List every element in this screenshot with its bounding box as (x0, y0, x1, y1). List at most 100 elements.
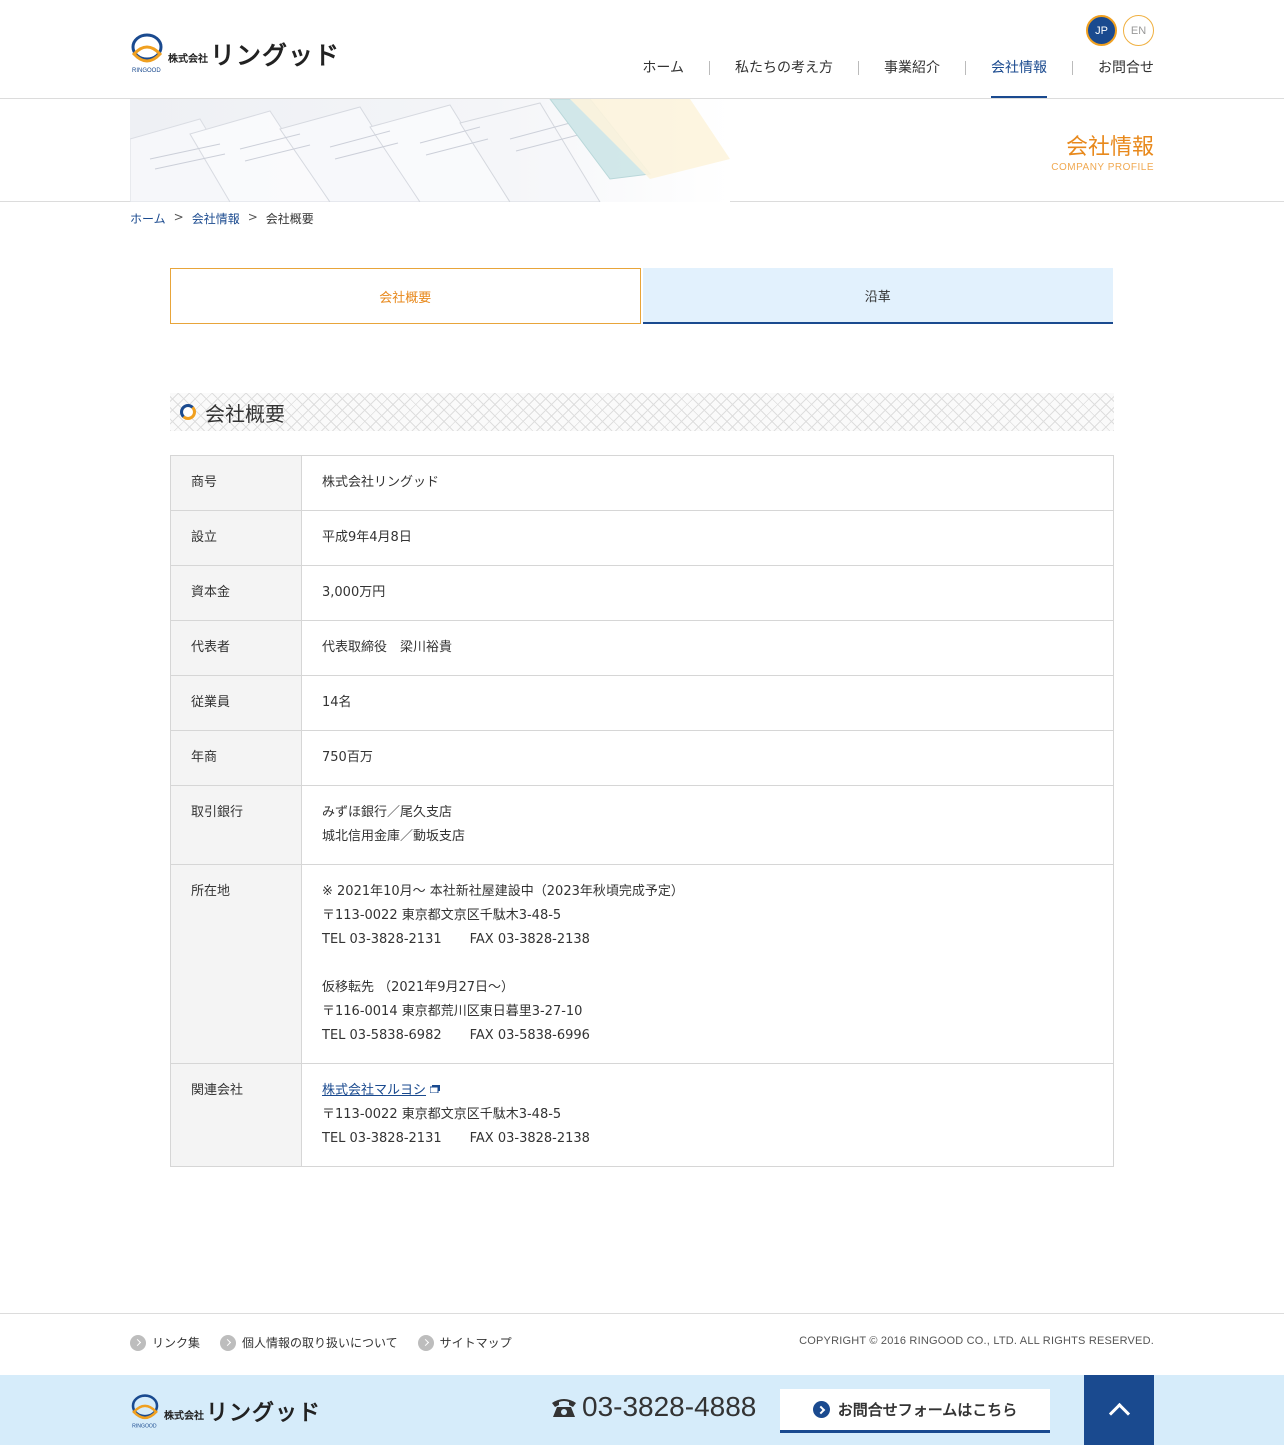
nav-divider (709, 61, 710, 75)
table-row: 取引銀行 みずほ銀行／尾久支店 城北信用金庫／動坂支店 (170, 785, 1114, 865)
footer-links: リンク集 個人情報の取り扱いについて サイトマップ (130, 1334, 512, 1351)
footer-link-privacy[interactable]: 個人情報の取り扱いについて (220, 1334, 398, 1351)
breadcrumb-company[interactable]: 会社情報 (192, 210, 240, 227)
location-contact: TEL 03-3828-2131 FAX 03-3828-2138 (322, 928, 1093, 952)
location-fax: FAX 03-3828-2138 (469, 932, 590, 947)
chevron-right-icon (812, 1401, 830, 1418)
page-subtitle: COMPANY PROFILE (1051, 162, 1154, 173)
related-company-link[interactable]: 株式会社マルヨシ (322, 1083, 426, 1098)
row-value: ※ 2021年10月～ 本社新社屋建設中（2023年秋頃完成予定） 〒113-0… (301, 864, 1114, 1064)
chevron-right-icon (130, 1334, 146, 1351)
nav-divider (965, 61, 966, 75)
company-info-table: 商号 株式会社リングッド 設立 平成9年4月8日 資本金 3,000万円 代表者… (170, 455, 1114, 1167)
location-tel: TEL 03-3828-2131 (322, 932, 442, 947)
logo-text-small: 株式会社 (164, 1411, 204, 1422)
bank-line: 城北信用金庫／動坂支店 (322, 829, 466, 844)
lang-jp-button[interactable]: JP (1086, 15, 1117, 46)
row-value: 株式会社リングッド (301, 455, 1114, 511)
related-company-line: 株式会社マルヨシ (322, 1079, 1093, 1103)
nav-home[interactable]: ホーム (642, 58, 684, 98)
footer-link-label: 個人情報の取り扱いについて (242, 1336, 398, 1350)
table-row: 商号 株式会社リングッド (170, 455, 1114, 511)
row-label: 設立 (170, 510, 302, 566)
table-row: 年商 750百万 (170, 730, 1114, 786)
row-value: 3,000万円 (301, 565, 1114, 621)
footer-phone: 03-3828-4888 (550, 1391, 756, 1423)
location-note: ※ 2021年10月～ 本社新社屋建設中（2023年秋頃完成予定） (322, 884, 684, 899)
temp-location-contact: TEL 03-5838-6982 FAX 03-5838-6996 (322, 1024, 1093, 1048)
tab-history[interactable]: 沿革 (642, 268, 1113, 324)
temp-location-title: 仮移転先 （2021年9月27日～） (322, 980, 515, 995)
phone-icon (552, 1399, 576, 1417)
chevron-right-icon (417, 1334, 434, 1351)
row-value: 株式会社マルヨシ 〒113-0022 東京都文京区千駄木3-48-5 TEL 0… (301, 1063, 1114, 1167)
row-label: 商号 (170, 455, 302, 511)
footer-logo[interactable]: RINGOOD 株式会社 リングッド (130, 1393, 321, 1429)
nav-business[interactable]: 事業紹介 (884, 58, 940, 98)
nav-divider (858, 61, 859, 75)
chevron-right-icon (220, 1334, 237, 1351)
contact-form-label: お問合せフォームはこちら (837, 1401, 1018, 1419)
breadcrumb-home[interactable]: ホーム (130, 210, 166, 227)
site-header: RINGOOD 株式会社 リングッド JP EN ホーム 私たちの考え方 事業紹… (0, 0, 1284, 99)
content-tabs: 会社概要 沿革 (170, 268, 1113, 324)
nav-company[interactable]: 会社情報 (991, 58, 1047, 98)
logo-text-big: リングッド (206, 1401, 322, 1426)
row-label: 資本金 (170, 565, 302, 621)
table-row: 従業員 14名 (170, 675, 1114, 731)
breadcrumb-separator: > (247, 210, 258, 224)
logo-sub-text: RINGOOD (132, 1423, 157, 1429)
row-value: みずほ銀行／尾久支店 城北信用金庫／動坂支店 (301, 785, 1114, 865)
page-title: 会社情報 (1065, 135, 1154, 160)
temp-location-address: 〒116-0014 東京都荒川区東日暮里3-27-10 (322, 1004, 583, 1019)
logo-text-small: 株式会社 (168, 54, 208, 65)
row-label: 代表者 (170, 620, 302, 676)
lang-en-button[interactable]: EN (1123, 15, 1154, 46)
row-value: 14名 (301, 675, 1114, 731)
footer-bar: RINGOOD 株式会社 リングッド 03-3828-4888 お問合せフォーム… (0, 1375, 1284, 1445)
footer-link-links[interactable]: リンク集 (130, 1334, 200, 1351)
breadcrumb: ホーム > 会社情報 > 会社概要 (130, 210, 314, 227)
section-title: 会社概要 (205, 401, 285, 426)
footer-link-sitemap[interactable]: サイトマップ (417, 1334, 512, 1351)
logo-sub-text: RINGOOD (132, 68, 161, 74)
footer-link-label: リンク集 (152, 1336, 201, 1350)
table-row: 関連会社 株式会社マルヨシ 〒113-0022 東京都文京区千駄木3-48-5 … (170, 1063, 1114, 1167)
row-label: 年商 (170, 730, 302, 786)
site-logo[interactable]: RINGOOD 株式会社 リングッド (130, 32, 340, 74)
row-label: 所在地 (170, 864, 302, 1064)
footer-links-bar: リンク集 個人情報の取り扱いについて サイトマップ COPYRIGHT © 20… (0, 1313, 1284, 1375)
page-banner: 会社情報 COMPANY PROFILE (0, 99, 1284, 202)
row-label: 取引銀行 (170, 785, 302, 865)
logo-text-big: リングッド (210, 41, 341, 70)
logo-icon: RINGOOD (130, 1393, 160, 1429)
nav-divider (1072, 61, 1073, 75)
tab-overview[interactable]: 会社概要 (170, 268, 641, 324)
circle-bullet-icon (180, 404, 196, 420)
row-value: 750百万 (301, 730, 1114, 786)
nav-contact[interactable]: お問合せ (1098, 58, 1154, 98)
nav-philosophy[interactable]: 私たちの考え方 (735, 58, 833, 98)
back-to-top-button[interactable] (1084, 1375, 1154, 1445)
table-row: 設立 平成9年4月8日 (170, 510, 1114, 566)
location-address: 〒113-0022 東京都文京区千駄木3-48-5 (322, 908, 562, 923)
contact-form-button[interactable]: お問合せフォームはこちら (780, 1389, 1050, 1433)
table-row: 資本金 3,000万円 (170, 565, 1114, 621)
footer-link-label: サイトマップ (439, 1336, 512, 1350)
temp-location-fax: FAX 03-5838-6996 (469, 1028, 590, 1043)
section-heading: 会社概要 (170, 393, 1114, 431)
table-row: 所在地 ※ 2021年10月～ 本社新社屋建設中（2023年秋頃完成予定） 〒1… (170, 864, 1114, 1064)
row-label: 関連会社 (170, 1063, 302, 1167)
logo-icon: RINGOOD (130, 32, 164, 74)
related-address: 〒113-0022 東京都文京区千駄木3-48-5 (322, 1107, 562, 1122)
row-value: 代表取締役 梁川裕貴 (301, 620, 1114, 676)
breadcrumb-current: 会社概要 (265, 212, 314, 226)
external-link-icon (430, 1085, 441, 1093)
table-row: 代表者 代表取締役 梁川裕貴 (170, 620, 1114, 676)
related-fax: FAX 03-3828-2138 (469, 1131, 590, 1146)
copyright-text: COPYRIGHT © 2016 RINGOOD CO., LTD. ALL R… (799, 1335, 1154, 1347)
main-nav: ホーム 私たちの考え方 事業紹介 会社情報 お問合せ (642, 58, 1154, 98)
temp-location-tel: TEL 03-5838-6982 (322, 1028, 442, 1043)
bank-line: みずほ銀行／尾久支店 (322, 805, 453, 820)
related-tel: TEL 03-3828-2131 (322, 1131, 442, 1146)
